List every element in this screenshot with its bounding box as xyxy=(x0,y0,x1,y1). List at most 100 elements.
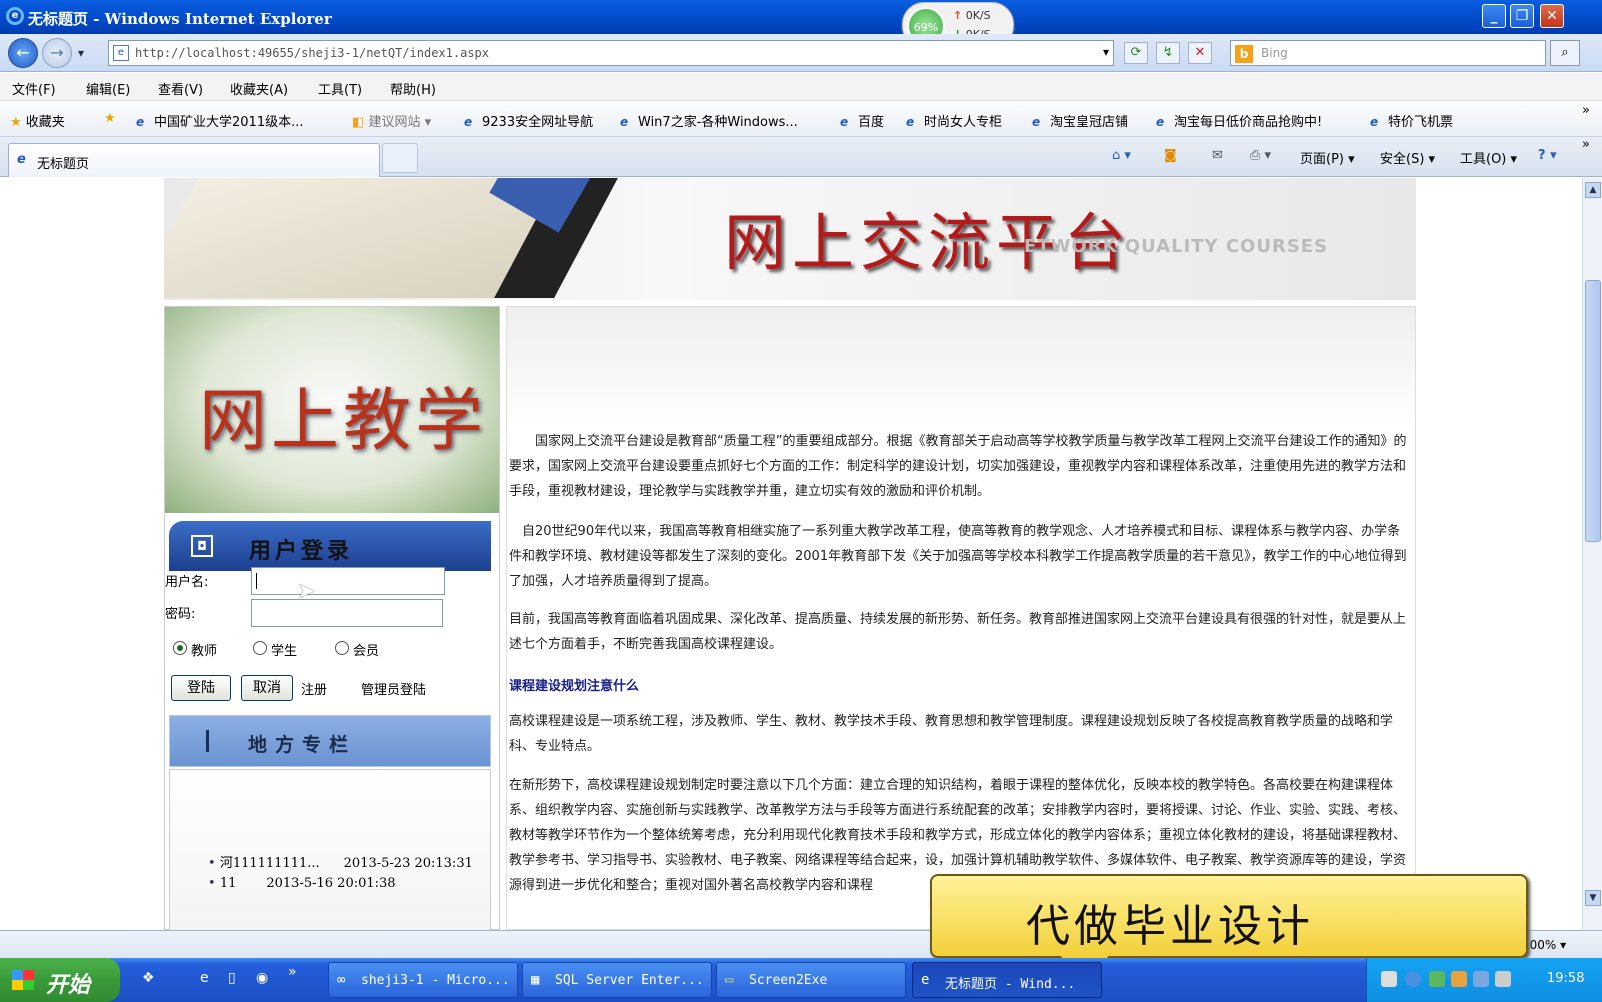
start-button[interactable]: 开始 xyxy=(0,958,120,1002)
menu-file[interactable]: 文件(F) xyxy=(12,79,56,98)
bullet-icon: • xyxy=(208,856,216,871)
taskbar-item-sql-server[interactable]: ▦ SQL Server Enter... xyxy=(522,962,712,998)
fav-link-label: Win7之家-各种Windows... xyxy=(638,115,798,130)
taskbar-item-screen2exe[interactable]: ▭ Screen2Exe xyxy=(716,962,906,998)
menu-edit[interactable]: 编辑(E) xyxy=(86,79,130,98)
favorites-button[interactable]: ★ 收藏夹 xyxy=(10,111,65,130)
stop-button[interactable]: ✕ xyxy=(1188,42,1212,64)
fav-link-cumt[interactable]: e 中国矿业大学2011级本... xyxy=(136,111,303,130)
task-label: Screen2Exe xyxy=(749,973,828,988)
register-link[interactable]: 注册 xyxy=(301,679,327,698)
tools-menu[interactable]: 工具(O) ▾ xyxy=(1460,148,1517,167)
fav-link-flights[interactable]: e 特价飞机票 xyxy=(1370,111,1453,130)
login-button[interactable]: 登陆 xyxy=(171,675,231,701)
menu-tools[interactable]: 工具(T) xyxy=(318,79,362,98)
keyboard-icon[interactable] xyxy=(1381,971,1397,987)
fav-link-baidu[interactable]: e 百度 xyxy=(840,111,884,130)
fav-link-label: 特价飞机票 xyxy=(1388,115,1454,130)
news-item[interactable]: • 11 2013-5-16 20:01:38 xyxy=(208,876,396,891)
quicklaunch-more-icon[interactable]: » xyxy=(288,964,308,984)
forward-button[interactable]: → xyxy=(42,38,72,68)
role-radio-student[interactable] xyxy=(253,641,267,655)
address-dropdown-icon[interactable]: ▾ xyxy=(1103,45,1109,59)
read-mail-icon[interactable]: ✉ xyxy=(1212,148,1223,163)
minimize-button[interactable]: _ xyxy=(1482,4,1506,28)
role-radio-member[interactable] xyxy=(335,641,349,655)
username-input[interactable] xyxy=(251,567,445,595)
news-item[interactable]: • 河111111111... 2013-5-23 20:13:31 xyxy=(208,852,473,871)
commandbar-more-icon[interactable]: » xyxy=(1582,137,1590,152)
back-button[interactable]: ← xyxy=(8,38,38,68)
scrollbar-thumb[interactable] xyxy=(1585,280,1601,542)
quicklaunch-app-icon[interactable]: ◉ xyxy=(256,970,276,990)
scroll-up-icon[interactable]: ▲ xyxy=(1585,182,1601,198)
address-bar[interactable]: e http://localhost:49655/sheji3-1/netQT/… xyxy=(108,40,1114,66)
fav-link-win7[interactable]: e Win7之家-各种Windows... xyxy=(620,111,798,130)
menu-help[interactable]: 帮助(H) xyxy=(390,79,436,98)
taskbar-item-visual-studio[interactable]: ∞ sheji3-1 - Micro... xyxy=(328,962,518,998)
compatibility-view-icon[interactable]: ⟳ xyxy=(1124,42,1148,64)
fav-suggested-sites[interactable]: ◧ 建议网站 ▾ xyxy=(352,111,431,130)
network-icon[interactable] xyxy=(1429,971,1445,987)
fav-link-label: 淘宝每日低价商品抢购中! xyxy=(1174,115,1323,130)
menu-favorites[interactable]: 收藏夹(A) xyxy=(230,79,288,98)
fav-link-taobao-daily[interactable]: e 淘宝每日低价商品抢购中! xyxy=(1156,111,1322,130)
address-text[interactable]: http://localhost:49655/sheji3-1/netQT/in… xyxy=(135,46,489,60)
quicklaunch-app-icon[interactable]: ❖ xyxy=(142,970,162,990)
search-input[interactable]: Bing xyxy=(1261,46,1288,60)
home-icon[interactable]: ⌂ ▾ xyxy=(1112,148,1131,163)
add-favorite-icon[interactable]: ★ xyxy=(104,111,116,126)
ie-page-icon: e xyxy=(464,115,473,129)
quicklaunch-app-icon[interactable]: ▯ xyxy=(228,970,248,990)
zoom-level[interactable]: 100% ▾ xyxy=(1522,938,1566,952)
tab-current-page[interactable]: e 无标题页 xyxy=(8,143,380,177)
vertical-scrollbar[interactable]: ▲ ▼ xyxy=(1582,178,1602,930)
cancel-button[interactable]: 取消 xyxy=(241,675,293,701)
ie-page-icon: e xyxy=(1032,115,1041,129)
password-input[interactable] xyxy=(251,599,443,627)
clock: 19:58 xyxy=(1547,971,1585,986)
upload-speed: ↑ 0K/S xyxy=(953,9,991,22)
search-button[interactable]: ⌕ xyxy=(1550,40,1580,66)
print-icon[interactable]: ⎙ ▾ xyxy=(1250,148,1271,163)
fav-link-fashion[interactable]: e 时尚女人专柜 xyxy=(906,111,1002,130)
page-icon: e xyxy=(113,45,129,61)
favorites-more-icon[interactable]: » xyxy=(1582,103,1590,118)
news-title[interactable]: 11 xyxy=(220,876,237,891)
login-header: ◘ 用户登录 xyxy=(169,521,491,571)
history-dropdown-icon[interactable]: ▾ xyxy=(78,46,84,60)
section-heading[interactable]: 课程建设规划注意什么 xyxy=(509,675,639,694)
ie-page-icon: e xyxy=(840,115,849,129)
window-title-bar: e 无标题页 - Windows Internet Explorer _ ❐ ✕ xyxy=(0,0,1602,34)
fav-link-label: 时尚女人专柜 xyxy=(924,115,1003,130)
favorites-bar: ★ 收藏夹 ★ e 中国矿业大学2011级本... ◧ 建议网站 ▾ e 9233安… xyxy=(0,101,1602,137)
fav-link-label: 淘宝皇冠店铺 xyxy=(1050,115,1129,130)
search-box[interactable]: b Bing xyxy=(1230,40,1546,66)
feeds-icon[interactable]: ◙ xyxy=(1164,148,1177,163)
content-paragraph: 高校课程建设是一项系统工程，涉及教师、学生、教材、教学技术手段、教育思想和教学管… xyxy=(509,714,1394,754)
volume-icon[interactable] xyxy=(1495,971,1511,987)
taskbar-item-ie[interactable]: e 无标题页 - Wind... xyxy=(912,962,1102,998)
refresh-button[interactable]: ↯ xyxy=(1156,42,1180,64)
tray-app-icon[interactable] xyxy=(1451,971,1467,987)
admin-login-link[interactable]: 管理员登陆 xyxy=(361,679,426,698)
news-date: 2013-5-23 20:13:31 xyxy=(343,856,473,871)
role-radio-teacher[interactable] xyxy=(173,641,187,655)
overlay-ad-text: 代做毕业设计 xyxy=(1026,901,1314,952)
scroll-down-icon[interactable]: ▼ xyxy=(1585,890,1601,906)
task-label: SQL Server Enter... xyxy=(555,973,704,988)
fav-link-9233[interactable]: e 9233安全网址导航 xyxy=(464,111,593,130)
help-icon[interactable]: ? ▾ xyxy=(1538,148,1557,163)
online-teaching-image: 网上教学 xyxy=(165,307,499,513)
fav-link-taobao-crown[interactable]: e 淘宝皇冠店铺 xyxy=(1032,111,1128,130)
new-tab-button[interactable] xyxy=(382,143,418,173)
restore-button[interactable]: ❐ xyxy=(1510,4,1534,28)
menu-view[interactable]: 查看(V) xyxy=(158,79,203,98)
safety-menu[interactable]: 安全(S) ▾ xyxy=(1380,148,1435,167)
page-menu[interactable]: 页面(P) ▾ xyxy=(1300,148,1355,167)
news-title[interactable]: 河111111111... xyxy=(220,856,320,871)
tray-app-icon[interactable] xyxy=(1473,971,1489,987)
quicklaunch-ie-icon[interactable]: e xyxy=(200,970,220,990)
language-icon[interactable] xyxy=(1405,971,1421,987)
close-button[interactable]: ✕ xyxy=(1540,4,1564,28)
